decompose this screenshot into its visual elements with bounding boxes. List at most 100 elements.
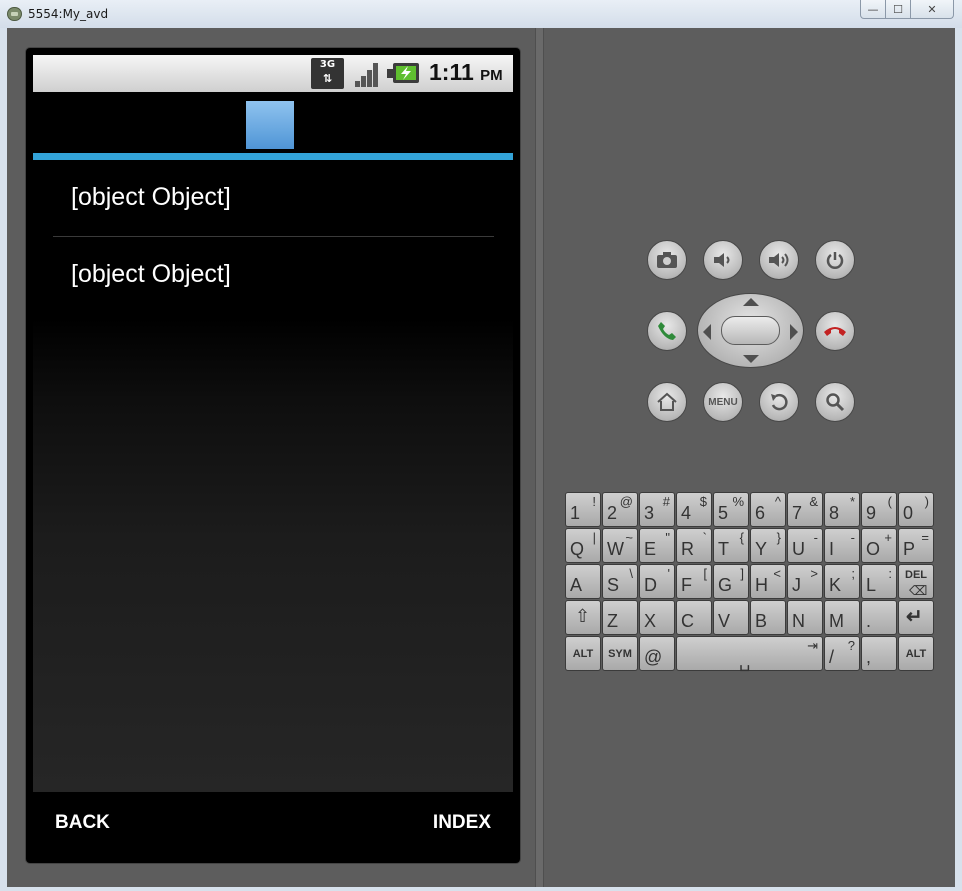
key-s[interactable]: S \ [602,564,638,599]
key-o[interactable]: O + [861,528,897,563]
key-h[interactable]: H < [750,564,786,599]
close-button[interactable]: ✕ [911,0,954,19]
key-space[interactable]: ␣ ⇥ [676,636,823,671]
key-e[interactable]: E " [639,528,675,563]
key-d[interactable]: D ' [639,564,675,599]
key-label: 0 [903,503,914,523]
key-slash[interactable]: /? [824,636,860,671]
key-label: 2 [607,503,618,523]
key-4[interactable]: 4 $ [676,492,712,527]
key-alt-label: ( [887,494,892,509]
key-x[interactable]: X [639,600,675,635]
key-w[interactable]: W ~ [602,528,638,563]
key-k[interactable]: K; [824,564,860,599]
key-9[interactable]: 9( [861,492,897,527]
maximize-button[interactable]: ☐ [886,0,911,19]
key-alt-label: * [849,494,855,509]
key-alt-label: = [921,530,929,545]
key-g[interactable]: G] [713,564,749,599]
key-v[interactable]: V [713,600,749,635]
key-a[interactable]: A [565,564,601,599]
key-enter[interactable]: ↵ [898,600,934,635]
key-alt-label: ; [851,566,855,581]
key-alt-left[interactable]: ALT [565,636,601,671]
key-at[interactable]: @ [639,636,675,671]
key-alt-label: ) [924,494,929,509]
menu-button[interactable]: MENU [703,382,743,422]
hardware-keyboard: 1! 2 @3 #4 $5% 6 ^ 7 & 8 * 9(0) Q | W ~ E " R ` T{Y} U - I - O + P =… [565,492,938,674]
key-period[interactable]: . [861,600,897,635]
key-z[interactable]: Z [602,600,638,635]
minimize-button[interactable]: — [860,0,886,19]
key-u[interactable]: U- [787,528,823,563]
dpad-left-icon[interactable] [703,324,711,340]
key-m[interactable]: M [824,600,860,635]
key-label: W [607,539,624,559]
power-icon [826,252,844,269]
battery-charging-icon [387,58,421,89]
key-label: , [866,647,872,667]
dpad-right-icon[interactable] [790,324,798,340]
key-label: H [755,575,768,595]
key-label: 9 [866,503,877,523]
key-3[interactable]: 3 # [639,492,675,527]
key-0[interactable]: 0) [898,492,934,527]
end-call-button[interactable] [815,311,855,351]
dpad-down-icon[interactable] [743,355,759,363]
key-label: 3 [644,503,655,523]
panel-divider [535,28,544,887]
camera-button[interactable] [647,240,687,280]
index-button[interactable]: INDEX [433,812,491,834]
key-alt-label: ] [740,566,744,581]
key-label: 7 [792,503,803,523]
key-i[interactable]: I- [824,528,860,563]
key-alt-right[interactable]: ALT [898,636,934,671]
key-6[interactable]: 6 ^ [750,492,786,527]
key-b[interactable]: B [750,600,786,635]
back-button[interactable]: BACK [55,812,110,834]
key-y[interactable]: Y} [750,528,786,563]
key-alt-label: ! [592,494,596,509]
phone-screen[interactable]: 3G ⇅ 1:11 PM [object Object] [object Obj… [26,48,520,863]
key-5[interactable]: 5% [713,492,749,527]
dpad-up-icon[interactable] [743,298,759,306]
phone-call-icon [658,322,676,340]
key-q[interactable]: Q | [565,528,601,563]
volume-down-button[interactable] [703,240,743,280]
key-n[interactable]: N [787,600,823,635]
key-label: E [644,539,657,559]
dpad[interactable] [697,293,804,368]
key-j[interactable]: J > [787,564,823,599]
key-r[interactable]: R ` [676,528,712,563]
key-shift[interactable]: ⇧ [565,600,601,635]
key-alt-label: > [810,566,818,581]
key-7[interactable]: 7 & [787,492,823,527]
key-comma[interactable]: , [861,636,897,671]
key-label: U [792,539,805,559]
emulator-window: 5554:My_avd — ☐ ✕ 3G ⇅ 1:11 PM [object O… [0,0,962,891]
key-t[interactable]: T{ [713,528,749,563]
home-button[interactable] [647,382,687,422]
key-delete[interactable]: DEL ⌫ [898,564,934,599]
call-button[interactable] [647,311,687,351]
key-1[interactable]: 1! [565,492,601,527]
key-2[interactable]: 2 @ [602,492,638,527]
key-p[interactable]: P = [898,528,934,563]
list-item[interactable]: [object Object] [33,160,513,236]
back-hardware-button[interactable] [759,382,799,422]
list-item[interactable]: [object Object] [33,237,513,313]
volume-up-button[interactable] [759,240,799,280]
key-f[interactable]: F[ [676,564,712,599]
key-label: S [607,575,620,595]
power-button[interactable] [815,240,855,280]
key-l[interactable]: L: [861,564,897,599]
key-sym[interactable]: SYM [602,636,638,671]
key-alt-label: - [850,530,855,545]
dpad-center-button[interactable] [721,316,780,345]
key-c[interactable]: C [676,600,712,635]
title-bar[interactable]: 5554:My_avd — ☐ ✕ [0,0,962,28]
key-8[interactable]: 8 * [824,492,860,527]
key-alt-label: " [665,530,670,545]
item-list[interactable]: [object Object] [object Object] [33,160,513,792]
search-button[interactable] [815,382,855,422]
